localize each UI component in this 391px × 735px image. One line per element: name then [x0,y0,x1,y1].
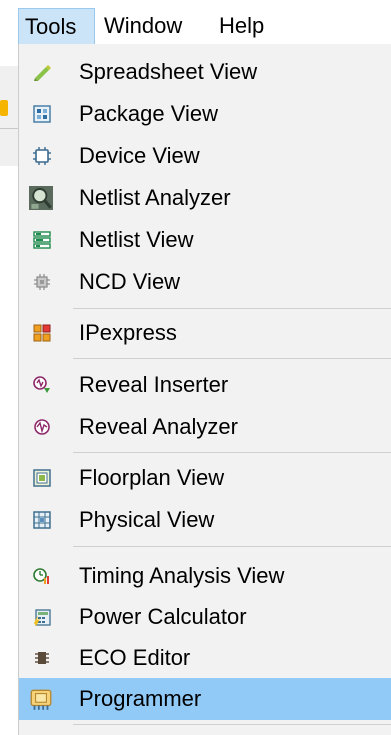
menu-item-reveal-analyzer[interactable]: Reveal Analyzer [19,407,391,447]
menu-item-spreadsheet-view[interactable]: Spreadsheet View [19,52,391,92]
physical-icon [33,511,51,529]
spreadsheet-icon [34,65,51,81]
menu-item-netlist-analyzer[interactable]: Netlist Analyzer [19,178,391,218]
netlist-icon [33,231,51,249]
floorplan-icon [33,469,51,487]
ipexpress-icon [33,324,51,342]
menu-item-label: NCD View [79,269,181,294]
programmer-icon [30,689,52,710]
menu-item-eco-editor[interactable]: ECO Editor [19,638,391,678]
menu-item-package-view[interactable]: Package View [19,94,391,134]
ncd-chip-icon [34,274,50,290]
background-divider [0,128,18,129]
background-toolbar-icon [0,100,8,116]
menu-item-power-calculator[interactable]: Power Calculator [19,597,391,637]
menu-bar: Tools Window Help [0,0,391,44]
menu-item-label: IPexpress [79,320,177,345]
menu-item-netlist-view[interactable]: Netlist View [19,220,391,260]
menu-item-physical-view[interactable]: Physical View [19,500,391,540]
background-window [0,66,19,166]
menu-separator [73,358,391,359]
menu-item-label: ECO Editor [79,645,191,670]
menu-tools[interactable]: Tools [18,8,95,44]
menu-item-label: Device View [79,143,200,168]
reveal-inserter-icon [33,376,50,393]
menu-item-label: Reveal Inserter [79,372,229,397]
magnifier-icon [29,186,53,210]
menu-separator [73,724,391,725]
menu-item-label: Netlist Analyzer [79,185,231,210]
eco-editor-icon [35,652,49,664]
menu-item-timing-analysis-view[interactable]: Timing Analysis View [19,556,391,596]
menu-separator [73,308,391,309]
menu-separator [73,546,391,547]
menu-item-label: Spreadsheet View [79,59,258,84]
tools-dropdown-menu: Spreadsheet View Package View Device Vie… [18,44,391,735]
menu-help[interactable]: Help [213,8,285,44]
chip-icon [33,147,51,165]
package-icon [33,105,51,123]
menu-item-label: Programmer [79,686,202,711]
menu-item-reveal-inserter[interactable]: Reveal Inserter [19,365,391,405]
menu-item-label: Netlist View [79,227,194,252]
menu-item-programmer[interactable]: Programmer [19,678,391,720]
reveal-analyzer-icon [34,419,50,435]
menu-item-ipexpress[interactable]: IPexpress [19,313,391,353]
timing-icon [33,568,49,584]
menu-item-floorplan-view[interactable]: Floorplan View [19,458,391,498]
menu-window[interactable]: Window [98,8,212,44]
power-calculator-icon [34,609,51,626]
menu-item-label: Timing Analysis View [79,563,285,588]
menu-separator [73,452,391,453]
menu-item-label: Physical View [79,507,215,532]
menu-item-label: Floorplan View [79,465,225,490]
menu-item-ncd-view[interactable]: NCD View [19,262,391,302]
menu-item-label: Reveal Analyzer [79,414,238,439]
menu-item-device-view[interactable]: Device View [19,136,391,176]
menu-item-label: Power Calculator [79,604,247,629]
menu-item-label: Package View [79,101,219,126]
